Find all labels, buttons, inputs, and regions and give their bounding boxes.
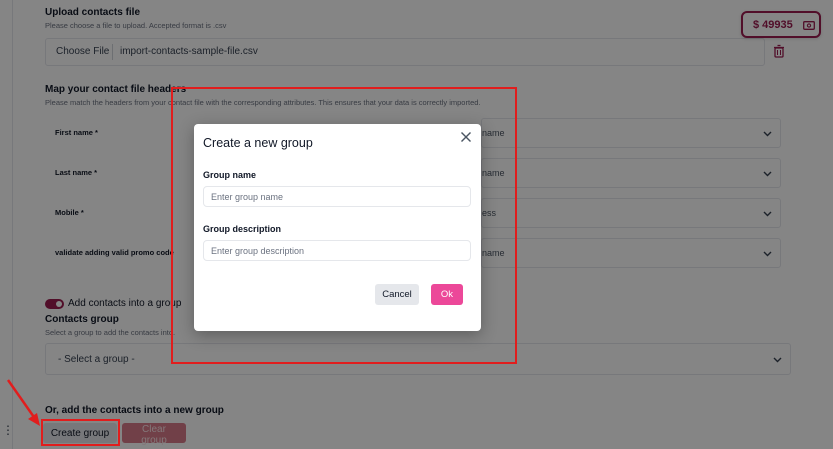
annotation-arrow xyxy=(6,379,40,426)
annotation-box-modal xyxy=(171,87,517,364)
annotation-box-create-group xyxy=(41,419,120,446)
